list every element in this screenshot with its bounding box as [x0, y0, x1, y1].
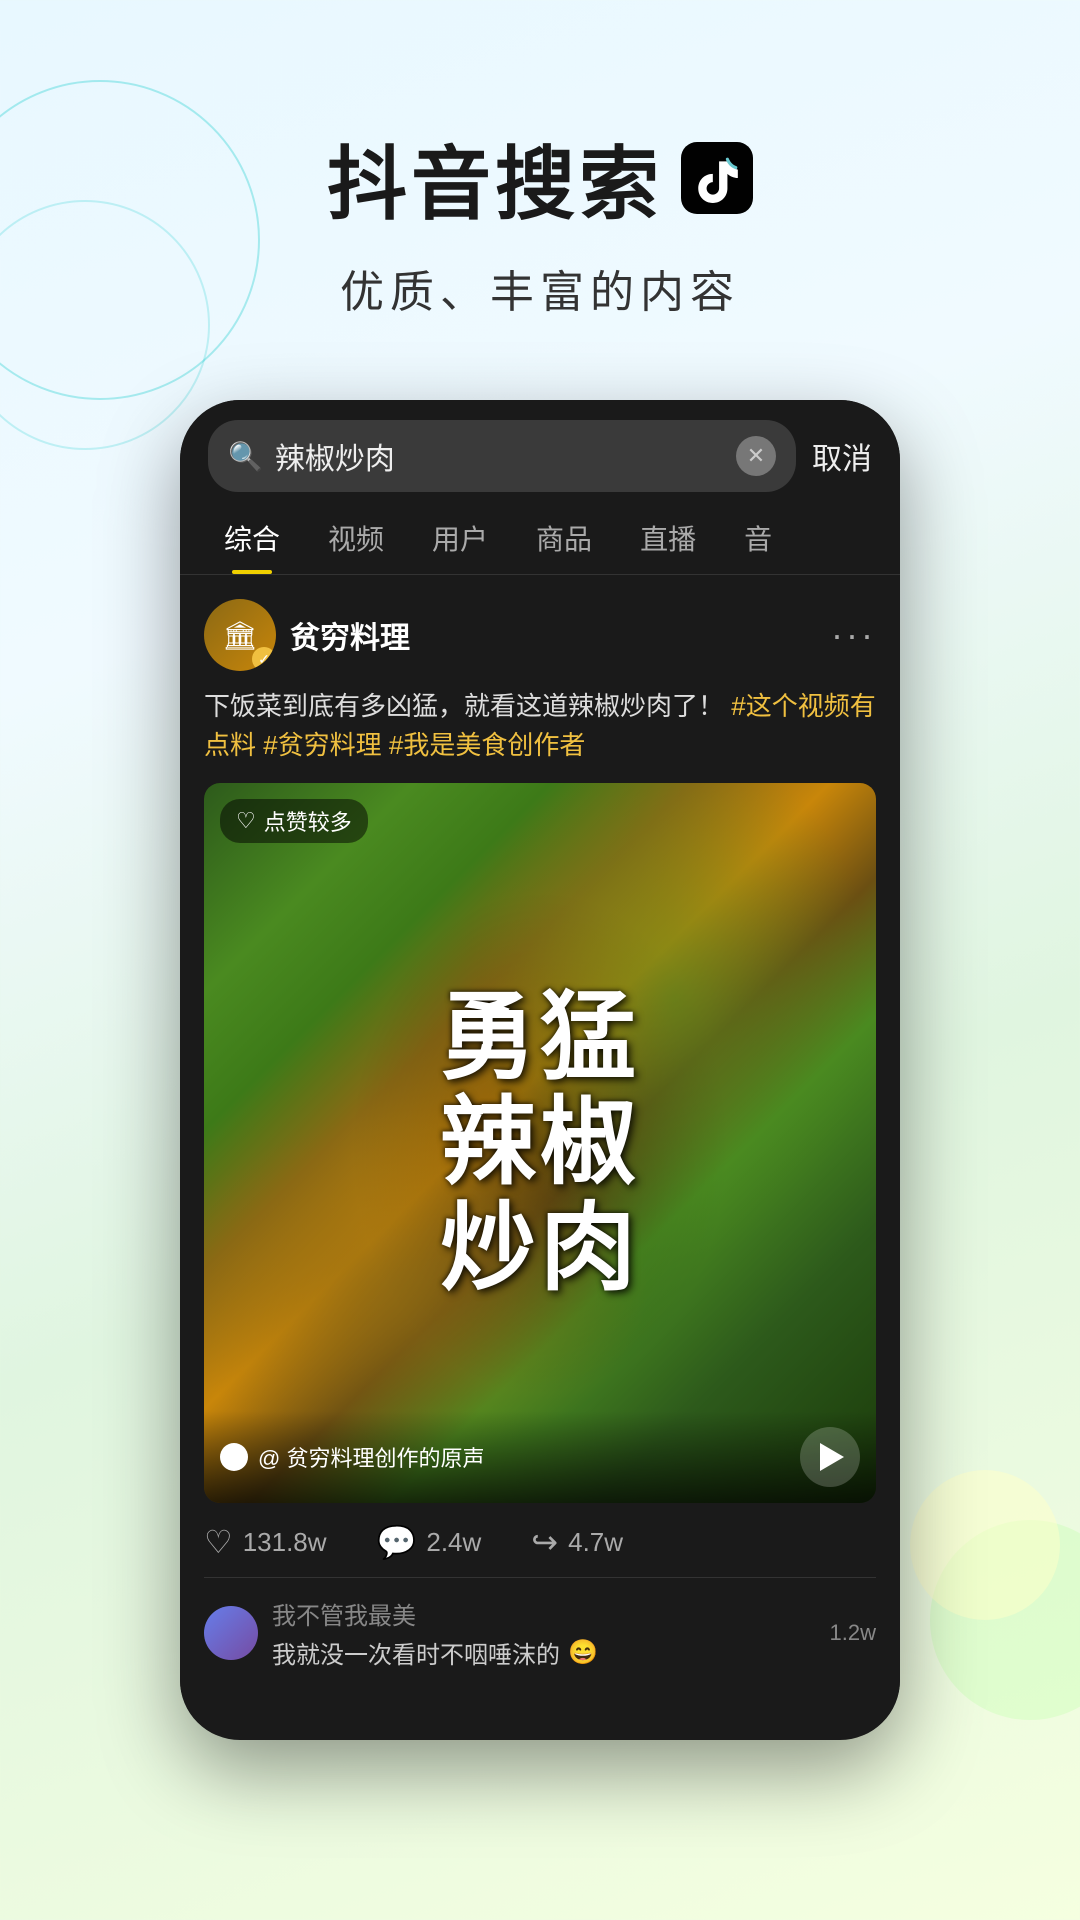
search-icon: 🔍	[228, 440, 263, 473]
search-clear-button[interactable]: ✕	[736, 436, 776, 476]
comments-count: 2.4w	[426, 1527, 481, 1558]
post-description: 下饭菜到底有多凶猛，就看这道辣椒炒肉了！ #这个视频有点料 #贫穷料理 #我是美…	[204, 687, 876, 765]
comment-emoji: 😄	[568, 1638, 598, 1667]
tabs-row: 综合 视频 用户 商品 直播 音	[180, 502, 900, 575]
verified-badge: ✓	[252, 647, 276, 671]
shares-icon: ↪	[531, 1523, 558, 1561]
comment-text-wrap: 我不管我最美 我就没一次看时不咽唾沫的 😄	[272, 1596, 816, 1670]
author-name[interactable]: 贫穷料理	[290, 613, 410, 657]
tab-用户[interactable]: 用户	[408, 502, 512, 574]
play-button[interactable]	[800, 1427, 860, 1487]
stat-comments[interactable]: 💬 2.4w	[377, 1523, 482, 1561]
more-options-icon[interactable]: ···	[831, 614, 876, 656]
tab-直播[interactable]: 直播	[616, 502, 720, 574]
search-cancel-button[interactable]: 取消	[812, 434, 872, 478]
likes-count: 131.8w	[243, 1527, 327, 1558]
clear-icon: ✕	[747, 443, 765, 469]
tab-综合[interactable]: 综合	[200, 502, 304, 574]
content-area: 🏛 ✓ 贫穷料理 ··· 下饭菜到底有多凶猛，就看这道辣椒炒肉了！ #这个视频有…	[180, 575, 900, 1735]
tab-label: 商品	[536, 524, 592, 555]
comment-text: 我就没一次看时不咽唾沫的	[272, 1635, 560, 1670]
shares-count: 4.7w	[568, 1527, 623, 1558]
commenter-name: 我不管我最美	[272, 1596, 816, 1631]
post-stats: ♡ 131.8w 💬 2.4w ↪ 4.7w	[204, 1503, 876, 1577]
tab-商品[interactable]: 商品	[512, 502, 616, 574]
video-text-overlay: 勇猛辣椒炒肉	[204, 783, 876, 1503]
comment-content: 我就没一次看时不咽唾沫的 😄	[272, 1635, 816, 1670]
tab-音[interactable]: 音	[720, 502, 796, 574]
play-icon	[820, 1443, 844, 1471]
title-text: 抖音搜索	[327, 120, 663, 236]
likes-icon: ♡	[204, 1523, 233, 1561]
comment-row: 我不管我最美 我就没一次看时不咽唾沫的 😄 1.2w	[204, 1596, 876, 1670]
tab-label: 综合	[224, 524, 280, 555]
stat-shares[interactable]: ↪ 4.7w	[531, 1523, 623, 1561]
post-author: 🏛 ✓ 贫穷料理	[204, 599, 410, 671]
tab-label: 直播	[640, 524, 696, 555]
search-input-wrap[interactable]: 🔍 辣椒炒肉 ✕	[208, 420, 796, 492]
post-card: 🏛 ✓ 贫穷料理 ··· 下饭菜到底有多凶猛，就看这道辣椒炒肉了！ #这个视频有…	[180, 575, 900, 1688]
audio-label: @ 贫穷料理创作的原声	[258, 1441, 484, 1473]
comments-icon: 💬	[377, 1523, 417, 1561]
video-calligraphy: 勇猛辣椒炒肉	[440, 985, 640, 1302]
stat-likes[interactable]: ♡ 131.8w	[204, 1523, 327, 1561]
tab-label: 音	[744, 524, 772, 555]
comment-preview: 我不管我最美 我就没一次看时不咽唾沫的 😄 1.2w	[204, 1577, 876, 1688]
tab-label: 视频	[328, 524, 384, 555]
video-thumbnail[interactable]: ♡ 点赞较多 勇猛辣椒炒肉 ♪ @ 贫穷料理创作的原声	[204, 783, 876, 1503]
search-bar-area: 🔍 辣椒炒肉 ✕ 取消	[180, 400, 900, 502]
tab-视频[interactable]: 视频	[304, 502, 408, 574]
tiktok-small-icon: ♪	[220, 1443, 248, 1471]
tab-label: 用户	[432, 524, 488, 555]
post-desc-text: 下饭菜到底有多凶猛，就看这道辣椒炒肉了！	[204, 691, 724, 721]
author-avatar: 🏛 ✓	[204, 599, 276, 671]
search-query: 辣椒炒肉	[275, 434, 724, 478]
comment-likes: 1.2w	[830, 1620, 876, 1646]
video-bottom-bar: ♪ @ 贫穷料理创作的原声	[204, 1411, 876, 1503]
audio-info: ♪ @ 贫穷料理创作的原声	[220, 1441, 484, 1473]
tiktok-logo-icon	[681, 142, 753, 214]
deco-circle-4	[910, 1470, 1060, 1620]
phone-mockup: 🔍 辣椒炒肉 ✕ 取消 综合 视频 用户 商品 直播	[180, 400, 900, 1740]
commenter-avatar	[204, 1606, 258, 1660]
post-header: 🏛 ✓ 贫穷料理 ···	[204, 599, 876, 671]
